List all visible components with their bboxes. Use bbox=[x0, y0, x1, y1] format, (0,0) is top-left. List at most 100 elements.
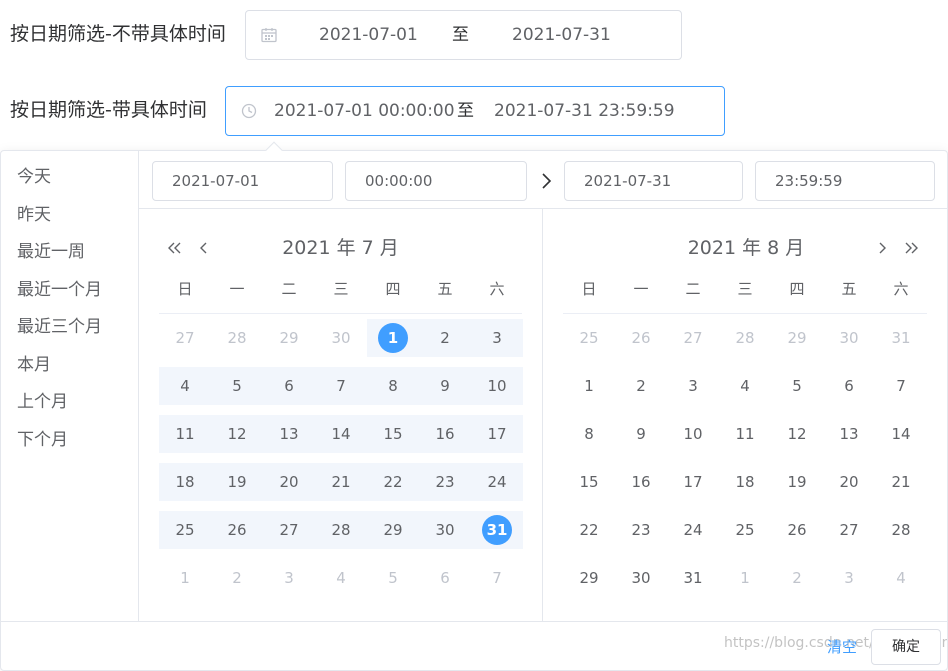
day-cell[interactable]: 24 bbox=[471, 463, 523, 501]
day-cell[interactable]: 6 bbox=[419, 559, 471, 597]
day-cell[interactable]: 1 bbox=[159, 559, 211, 597]
day-cell[interactable]: 2 bbox=[771, 559, 823, 597]
day-cell[interactable]: 3 bbox=[263, 559, 315, 597]
day-cell[interactable]: 27 bbox=[823, 511, 875, 549]
day-cell[interactable]: 28 bbox=[315, 511, 367, 549]
day-cell[interactable]: 29 bbox=[367, 511, 419, 549]
day-cell[interactable]: 5 bbox=[211, 367, 263, 405]
day-cell[interactable]: 1 bbox=[719, 559, 771, 597]
day-cell[interactable]: 17 bbox=[471, 415, 523, 453]
day-cell[interactable]: 28 bbox=[211, 319, 263, 357]
day-cell[interactable]: 31 bbox=[667, 559, 719, 597]
day-cell[interactable]: 22 bbox=[367, 463, 419, 501]
day-cell[interactable]: 14 bbox=[315, 415, 367, 453]
end-date-input[interactable]: 2021-07-31 bbox=[564, 161, 743, 201]
day-cell[interactable]: 7 bbox=[315, 367, 367, 405]
day-cell[interactable]: 29 bbox=[771, 319, 823, 357]
day-cell[interactable]: 26 bbox=[615, 319, 667, 357]
day-cell[interactable]: 26 bbox=[771, 511, 823, 549]
day-cell[interactable]: 21 bbox=[875, 463, 927, 501]
day-cell[interactable]: 10 bbox=[471, 367, 523, 405]
day-cell[interactable]: 29 bbox=[563, 559, 615, 597]
day-cell[interactable]: 19 bbox=[771, 463, 823, 501]
datetime-range-input[interactable]: 2021-07-01 00:00:00 至 2021-07-31 23:59:5… bbox=[225, 86, 725, 136]
double-chevron-right-icon[interactable] bbox=[902, 239, 920, 257]
selected-day-cell[interactable]: 1 bbox=[367, 319, 419, 357]
day-cell[interactable]: 26 bbox=[211, 511, 263, 549]
day-cell[interactable]: 30 bbox=[419, 511, 471, 549]
day-cell[interactable]: 8 bbox=[563, 415, 615, 453]
day-cell[interactable]: 15 bbox=[367, 415, 419, 453]
day-cell[interactable]: 30 bbox=[315, 319, 367, 357]
start-time-input[interactable]: 00:00:00 bbox=[345, 161, 527, 201]
day-cell[interactable]: 6 bbox=[263, 367, 315, 405]
day-cell[interactable]: 30 bbox=[615, 559, 667, 597]
day-cell[interactable]: 2 bbox=[211, 559, 263, 597]
day-cell[interactable]: 22 bbox=[563, 511, 615, 549]
day-cell[interactable]: 8 bbox=[367, 367, 419, 405]
day-cell[interactable]: 14 bbox=[875, 415, 927, 453]
shortcut-next-month[interactable]: 下个月 bbox=[17, 429, 68, 451]
day-cell[interactable]: 27 bbox=[667, 319, 719, 357]
range-start-value[interactable]: 2021-07-01 bbox=[319, 24, 418, 46]
shortcut-yesterday[interactable]: 昨天 bbox=[17, 204, 51, 226]
day-cell[interactable]: 31 bbox=[875, 319, 927, 357]
day-cell[interactable]: 28 bbox=[719, 319, 771, 357]
day-cell[interactable]: 12 bbox=[771, 415, 823, 453]
day-cell[interactable]: 3 bbox=[667, 367, 719, 405]
day-cell[interactable]: 11 bbox=[719, 415, 771, 453]
day-cell[interactable]: 20 bbox=[823, 463, 875, 501]
day-cell[interactable]: 4 bbox=[719, 367, 771, 405]
day-cell[interactable]: 30 bbox=[823, 319, 875, 357]
day-cell[interactable]: 16 bbox=[615, 463, 667, 501]
day-cell[interactable]: 1 bbox=[563, 367, 615, 405]
day-cell[interactable]: 16 bbox=[419, 415, 471, 453]
day-cell[interactable]: 27 bbox=[263, 511, 315, 549]
day-cell[interactable]: 11 bbox=[159, 415, 211, 453]
day-cell[interactable]: 6 bbox=[823, 367, 875, 405]
day-cell[interactable]: 25 bbox=[719, 511, 771, 549]
day-cell[interactable]: 7 bbox=[875, 367, 927, 405]
start-date-input[interactable]: 2021-07-01 bbox=[152, 161, 333, 201]
day-cell[interactable]: 25 bbox=[563, 319, 615, 357]
day-cell[interactable]: 13 bbox=[823, 415, 875, 453]
shortcut-today[interactable]: 今天 bbox=[17, 166, 51, 188]
day-cell[interactable]: 3 bbox=[471, 319, 523, 357]
day-cell[interactable]: 13 bbox=[263, 415, 315, 453]
shortcut-this-month[interactable]: 本月 bbox=[17, 354, 51, 376]
day-cell[interactable]: 23 bbox=[615, 511, 667, 549]
day-cell[interactable]: 19 bbox=[211, 463, 263, 501]
day-cell[interactable]: 5 bbox=[367, 559, 419, 597]
chevron-right-icon[interactable] bbox=[873, 239, 891, 257]
selected-day-cell[interactable]: 31 bbox=[471, 511, 523, 549]
day-cell[interactable]: 2 bbox=[419, 319, 471, 357]
day-cell[interactable]: 15 bbox=[563, 463, 615, 501]
day-cell[interactable]: 4 bbox=[875, 559, 927, 597]
range-end-value[interactable]: 2021-07-31 bbox=[512, 24, 611, 46]
day-cell[interactable]: 5 bbox=[771, 367, 823, 405]
datetime-end-value[interactable]: 2021-07-31 23:59:59 bbox=[494, 100, 675, 122]
day-cell[interactable]: 12 bbox=[211, 415, 263, 453]
day-cell[interactable]: 7 bbox=[471, 559, 523, 597]
end-time-input[interactable]: 23:59:59 bbox=[755, 161, 935, 201]
shortcut-last-week[interactable]: 最近一周 bbox=[17, 241, 85, 263]
date-range-input[interactable]: 2021-07-01 至 2021-07-31 bbox=[245, 10, 682, 60]
day-cell[interactable]: 24 bbox=[667, 511, 719, 549]
day-cell[interactable]: 23 bbox=[419, 463, 471, 501]
datetime-start-value[interactable]: 2021-07-01 00:00:00 bbox=[274, 100, 455, 122]
day-cell[interactable]: 4 bbox=[315, 559, 367, 597]
shortcut-last-month[interactable]: 最近一个月 bbox=[17, 279, 102, 301]
day-cell[interactable]: 28 bbox=[875, 511, 927, 549]
day-cell[interactable]: 18 bbox=[159, 463, 211, 501]
day-cell[interactable]: 3 bbox=[823, 559, 875, 597]
day-cell[interactable]: 2 bbox=[615, 367, 667, 405]
day-cell[interactable]: 18 bbox=[719, 463, 771, 501]
day-cell[interactable]: 17 bbox=[667, 463, 719, 501]
day-cell[interactable]: 4 bbox=[159, 367, 211, 405]
day-cell[interactable]: 9 bbox=[419, 367, 471, 405]
day-cell[interactable]: 9 bbox=[615, 415, 667, 453]
shortcut-previous-month[interactable]: 上个月 bbox=[17, 391, 68, 413]
shortcut-last-three-months[interactable]: 最近三个月 bbox=[17, 316, 102, 338]
day-cell[interactable]: 20 bbox=[263, 463, 315, 501]
clear-button[interactable]: 清空 bbox=[827, 637, 857, 657]
